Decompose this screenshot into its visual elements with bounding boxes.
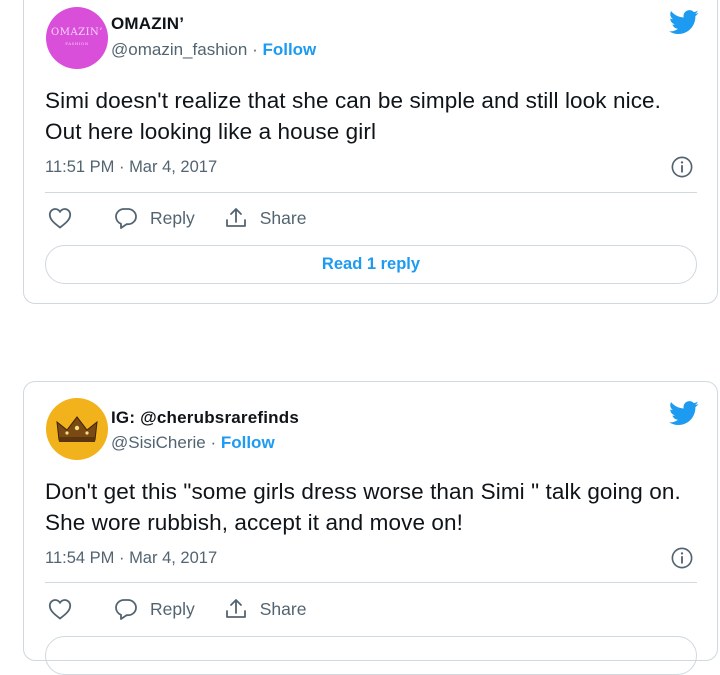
read-replies-button[interactable] [45, 636, 697, 675]
author-name[interactable]: OMAZIN’ [111, 14, 184, 34]
action-bar: Reply Share [48, 598, 306, 620]
tweet-timestamp[interactable]: 11:54 PM · Mar 4, 2017 [45, 549, 217, 568]
share-icon [225, 599, 246, 618]
reply-button[interactable]: Reply [114, 598, 195, 620]
avatar-logo: OMAZIN’ FASHION [51, 27, 103, 46]
author-name[interactable]: IG: @cherubsrarefinds [111, 408, 299, 428]
heart-icon [48, 208, 72, 229]
tweet-text: Simi doesn't realize that she can be sim… [45, 88, 662, 144]
follow-link[interactable]: Follow [221, 433, 275, 452]
action-bar: Reply Share [48, 207, 306, 229]
separator: · [205, 433, 221, 452]
info-icon[interactable] [671, 547, 693, 569]
reply-button[interactable]: Reply [114, 207, 195, 229]
reply-label: Reply [150, 598, 195, 619]
share-label: Share [259, 598, 307, 619]
follow-link[interactable]: Follow [262, 40, 316, 59]
share-icon [225, 208, 246, 227]
author-handle[interactable]: @SisiCherie [111, 433, 206, 452]
reply-bubble-icon [115, 208, 137, 229]
reply-label: Reply [150, 207, 195, 228]
separator: · [247, 40, 263, 59]
crown-icon [56, 416, 98, 442]
tweet-card[interactable]: OMAZIN’ FASHION OMAZIN’ @omazin_fashion … [23, 0, 718, 304]
like-button[interactable] [48, 598, 72, 620]
avatar[interactable]: OMAZIN’ FASHION [46, 7, 108, 69]
author-handle-row: @SisiCherie · Follow [111, 433, 275, 453]
like-button[interactable] [48, 207, 72, 229]
twitter-bird-icon[interactable] [669, 10, 699, 35]
share-button[interactable]: Share [224, 207, 307, 229]
read-replies-button[interactable]: Read 1 reply [45, 245, 697, 284]
info-icon[interactable] [671, 156, 693, 178]
avatar[interactable] [46, 398, 108, 460]
heart-icon [48, 599, 72, 620]
tweet-text: Don't get this "some girls dress worse t… [45, 479, 681, 535]
divider [45, 582, 697, 583]
reply-bubble-icon [115, 599, 137, 620]
tweet-timestamp[interactable]: 11:51 PM · Mar 4, 2017 [45, 158, 217, 177]
share-label: Share [259, 207, 307, 228]
author-handle-row: @omazin_fashion · Follow [111, 40, 316, 60]
author-handle[interactable]: @omazin_fashion [111, 40, 247, 59]
twitter-bird-icon[interactable] [669, 401, 699, 426]
divider [45, 192, 697, 193]
share-button[interactable]: Share [224, 598, 307, 620]
tweet-card[interactable]: IG: @cherubsrarefinds @SisiCherie · Foll… [23, 381, 718, 675]
